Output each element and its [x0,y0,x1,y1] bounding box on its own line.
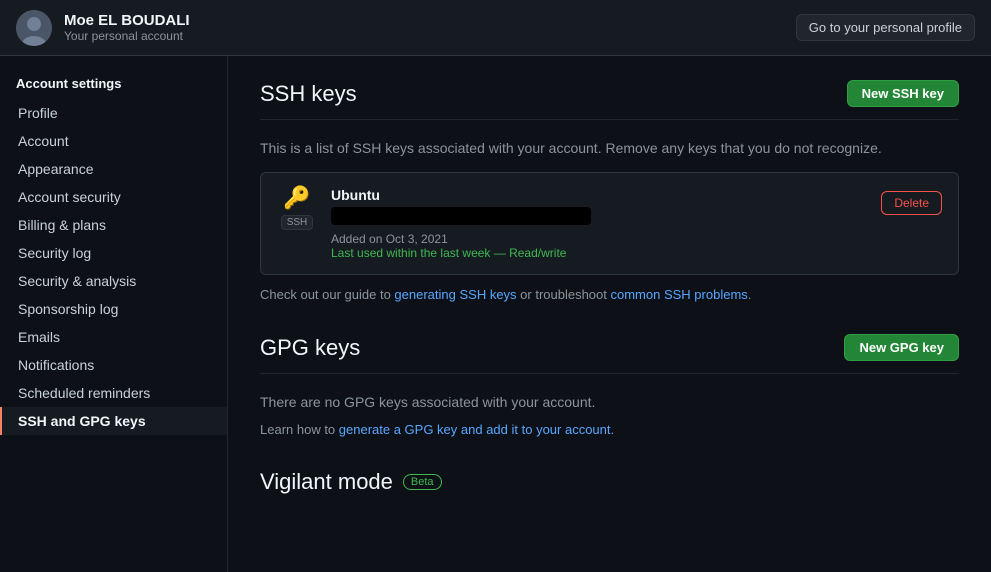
gpg-section: GPG keys New GPG key There are no GPG ke… [260,334,959,437]
beta-badge: Beta [403,474,442,490]
avatar-image [16,10,52,46]
sidebar: Account settings Profile Account Appeara… [0,56,228,572]
ssh-helper-mid: or troubleshoot [517,287,611,302]
user-name: Moe EL BOUDALI [64,12,190,29]
sidebar-item-sponsorship-log[interactable]: Sponsorship log [0,295,227,323]
key-date: Added on Oct 3, 2021 [331,232,867,246]
ssh-section-description: This is a list of SSH keys associated wi… [260,140,959,156]
sidebar-item-scheduled-reminders[interactable]: Scheduled reminders [0,379,227,407]
sidebar-item-appearance[interactable]: Appearance [0,155,227,183]
sidebar-item-emails[interactable]: Emails [0,323,227,351]
sidebar-item-security-log[interactable]: Security log [0,239,227,267]
common-ssh-problems-link[interactable]: common SSH problems [611,287,748,302]
new-ssh-key-button[interactable]: New SSH key [847,80,959,107]
key-badge: SSH [281,215,314,230]
ssh-section-title: SSH keys [260,81,357,107]
key-actions: Delete [881,187,942,215]
delete-key-button[interactable]: Delete [881,191,942,215]
sidebar-item-profile[interactable]: Profile [0,99,227,127]
key-info: Ubuntu Added on Oct 3, 2021 Last used wi… [331,187,867,260]
gpg-helper-after: . [611,422,615,437]
personal-profile-button[interactable]: Go to your personal profile [796,14,975,41]
sidebar-item-billing[interactable]: Billing & plans [0,211,227,239]
sidebar-section-title: Account settings [0,72,227,99]
ssh-helper-text: Check out our guide to generating SSH ke… [260,287,959,302]
generate-gpg-key-link[interactable]: generate a GPG key and add it to your ac… [339,422,611,437]
header: Moe EL BOUDALI Your personal account Go … [0,0,991,56]
sidebar-item-account[interactable]: Account [0,127,227,155]
key-icon-area: 🔑 SSH [277,187,317,230]
sidebar-item-account-security[interactable]: Account security [0,183,227,211]
vigilant-section: Vigilant mode Beta [260,469,959,495]
vigilant-header: Vigilant mode Beta [260,469,959,495]
key-fingerprint [331,207,591,225]
user-subtitle: Your personal account [64,29,190,43]
layout: Account settings Profile Account Appeara… [0,56,991,572]
ssh-key-card: 🔑 SSH Ubuntu Added on Oct 3, 2021 Last u… [260,172,959,275]
ssh-section-header: SSH keys New SSH key [260,80,959,107]
gpg-section-divider [260,373,959,374]
gpg-helper-text: Learn how to generate a GPG key and add … [260,422,959,437]
key-name: Ubuntu [331,187,867,203]
header-left: Moe EL BOUDALI Your personal account [16,10,190,46]
sidebar-item-security-analysis[interactable]: Security & analysis [0,267,227,295]
generating-ssh-keys-link[interactable]: generating SSH keys [394,287,516,302]
ssh-section-divider [260,119,959,120]
gpg-section-description: There are no GPG keys associated with yo… [260,394,959,410]
new-gpg-key-button[interactable]: New GPG key [844,334,959,361]
vigilant-section-title: Vigilant mode [260,469,393,495]
avatar [16,10,52,46]
user-info: Moe EL BOUDALI Your personal account [64,12,190,43]
gpg-helper-before: Learn how to [260,422,339,437]
key-icon: 🔑 [283,187,310,209]
main-content: SSH keys New SSH key This is a list of S… [228,56,991,572]
sidebar-item-notifications[interactable]: Notifications [0,351,227,379]
ssh-helper-before: Check out our guide to [260,287,394,302]
gpg-section-header: GPG keys New GPG key [260,334,959,361]
sidebar-item-ssh-gpg-keys[interactable]: SSH and GPG keys [0,407,227,435]
gpg-section-title: GPG keys [260,335,360,361]
ssh-section: SSH keys New SSH key This is a list of S… [260,80,959,302]
ssh-helper-after: . [748,287,752,302]
key-usage: Last used within the last week — Read/wr… [331,246,867,260]
